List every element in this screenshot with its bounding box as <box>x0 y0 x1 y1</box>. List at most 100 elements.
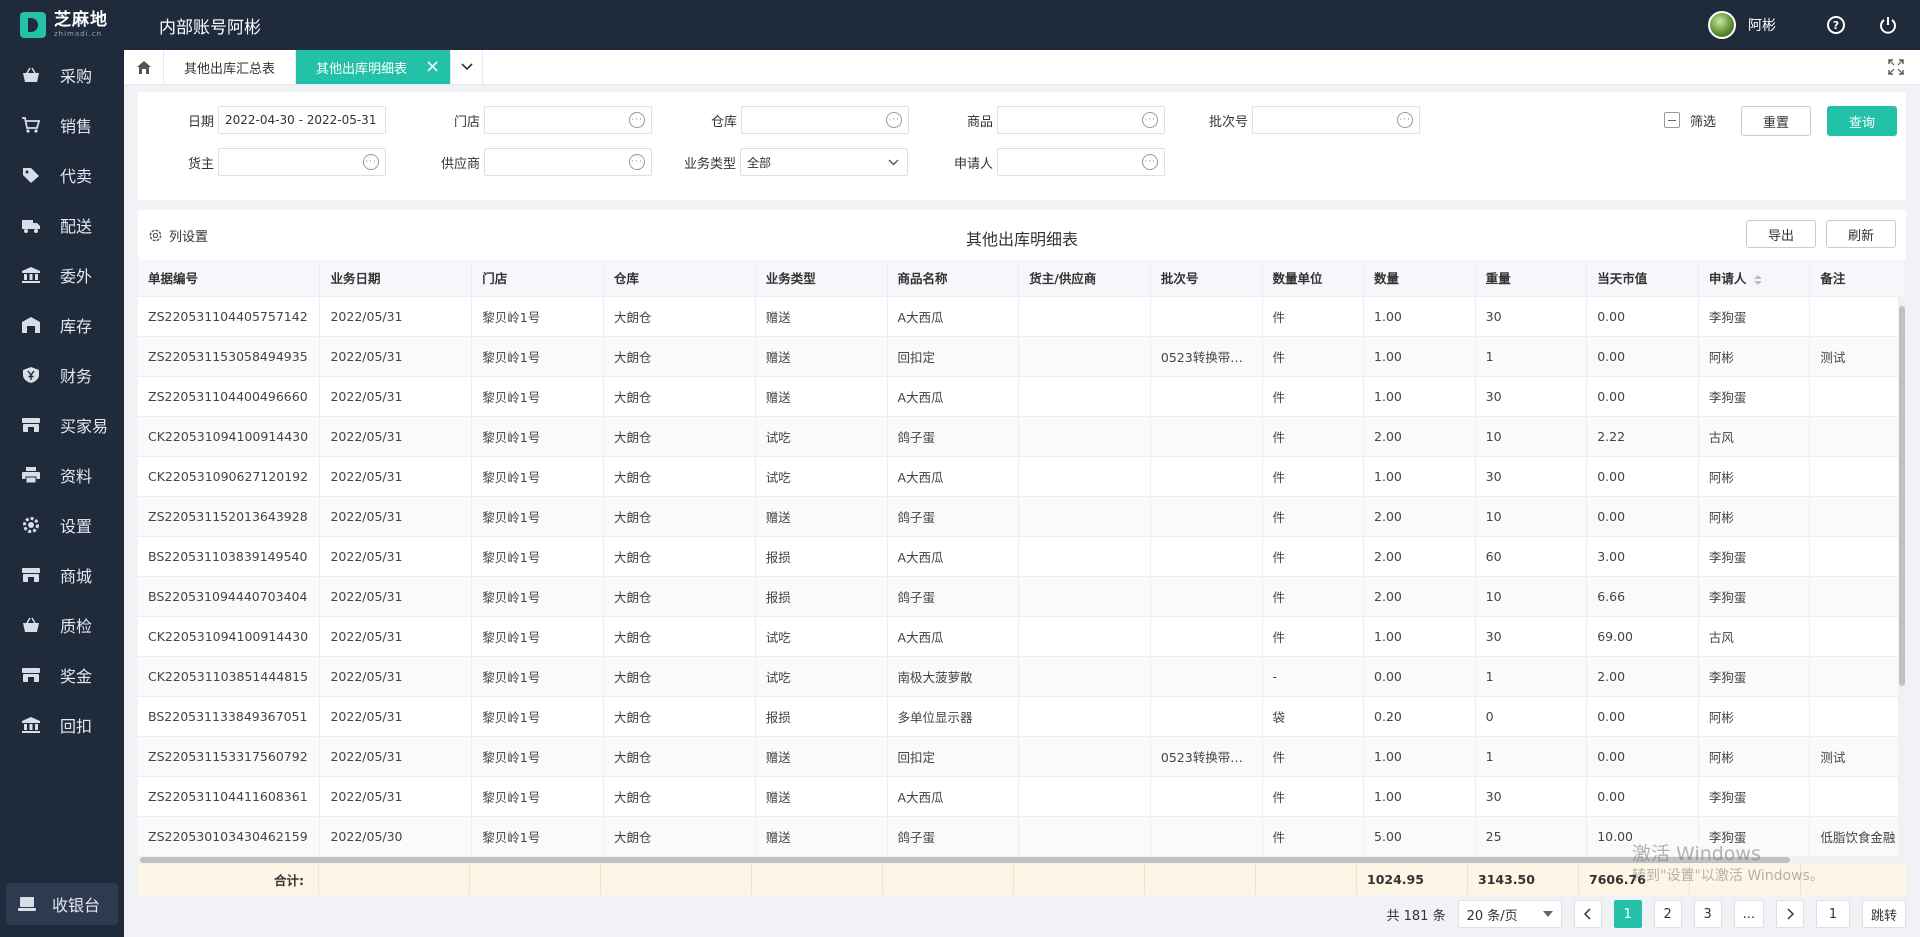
owner-input[interactable]: ··· <box>218 148 387 176</box>
table-cell: 赠送 <box>755 776 888 817</box>
sidebar-item-13[interactable]: 回扣 <box>0 700 124 750</box>
filter-label: 筛选 <box>1690 114 1717 130</box>
table-row[interactable]: BS220531103839149540 2022/05/31 黎贝岭1号 大朗仓 报损… <box>138 536 1906 577</box>
chevron-down-icon <box>461 63 473 71</box>
page-button-2[interactable]: 2 <box>1653 900 1682 928</box>
more-icon[interactable]: ··· <box>1142 112 1159 128</box>
table-row[interactable]: ZS220531152013643928 2022/05/31 黎贝岭1号 大朗仓 赠送… <box>138 496 1906 537</box>
more-icon[interactable]: ··· <box>886 112 903 128</box>
jump-page-input[interactable]: 1 <box>1815 900 1850 928</box>
horizontal-scrollbar[interactable] <box>138 856 1906 864</box>
column-header: 数量 <box>1363 260 1476 297</box>
filter-checkbox[interactable] <box>1664 112 1680 128</box>
page-button-3[interactable]: 3 <box>1693 900 1722 928</box>
column-header-label: 商品名称 <box>897 271 948 287</box>
applicant-input[interactable]: ··· <box>997 148 1166 176</box>
cart-icon <box>22 117 40 133</box>
table-cell: 2022/05/31 <box>319 656 473 697</box>
basket-icon <box>22 617 40 633</box>
table-row[interactable]: ZS220530103430462159 2022/05/30 黎贝岭1号 大朗仓 赠送… <box>138 816 1906 857</box>
sidebar-item-12[interactable]: 奖金 <box>0 650 124 700</box>
table-cell: 0 <box>1475 696 1588 737</box>
tab-more-button[interactable] <box>451 50 484 84</box>
table-row[interactable]: BS220531133849367051 2022/05/31 黎贝岭1号 大朗仓 报损… <box>138 696 1906 737</box>
table-row[interactable]: CK220531094100914430 2022/05/31 黎贝岭1号 大朗仓 试吃… <box>138 416 1906 457</box>
home-tab[interactable] <box>124 50 164 84</box>
page-size-select[interactable]: 20 条/页 <box>1457 900 1562 928</box>
help-button[interactable]: ? <box>1816 0 1856 50</box>
product-input[interactable]: ··· <box>997 106 1166 134</box>
table-cell: 件 <box>1262 536 1365 577</box>
table-row[interactable]: CK220531103851444815 2022/05/31 黎贝岭1号 大朗仓 试吃… <box>138 656 1906 697</box>
table-cell: 2022/05/31 <box>319 336 473 377</box>
jump-button[interactable]: 跳转 <box>1861 900 1906 928</box>
more-icon[interactable]: ··· <box>1142 154 1159 170</box>
sidebar-item-1[interactable]: 销售 <box>0 100 124 150</box>
power-icon <box>1880 17 1896 34</box>
more-icon[interactable]: ··· <box>363 154 380 170</box>
cashier-button[interactable]: 收银台 <box>6 883 118 925</box>
page-button-1[interactable]: 1 <box>1613 900 1642 928</box>
sidebar-item-7[interactable]: 买家易 <box>0 400 124 450</box>
next-page-button[interactable] <box>1775 900 1804 928</box>
table-row[interactable]: CK220531090627120192 2022/05/31 黎贝岭1号 大朗仓 试吃… <box>138 456 1906 497</box>
fullscreen-icon[interactable] <box>1888 59 1904 75</box>
prev-page-button[interactable] <box>1573 900 1602 928</box>
sidebar-item-3[interactable]: 配送 <box>0 200 124 250</box>
sidebar-item-2[interactable]: 代卖 <box>0 150 124 200</box>
sidebar-item-6[interactable]: 财务 <box>0 350 124 400</box>
more-icon[interactable]: ··· <box>1397 112 1414 128</box>
page-ellipsis[interactable]: ... <box>1733 900 1764 928</box>
more-icon[interactable]: ··· <box>629 154 646 170</box>
date-range-input[interactable]: 2022-04-30 - 2022-05-31 <box>218 106 387 134</box>
avatar[interactable] <box>1708 11 1736 39</box>
tab-other-outbound-detail[interactable]: 其他出库明细表 × <box>296 50 452 84</box>
supplier-input[interactable]: ··· <box>484 148 653 176</box>
sidebar-item-10[interactable]: 商城 <box>0 550 124 600</box>
sidebar-item-0[interactable]: 采购 <box>0 50 124 100</box>
table-cell: 测试 <box>1809 336 1906 377</box>
sidebar-item-8[interactable]: 资料 <box>0 450 124 500</box>
table-cell <box>1150 616 1263 657</box>
vertical-scrollbar[interactable] <box>1898 296 1906 856</box>
date-label: 日期 <box>188 114 215 130</box>
table-cell: 大朗仓 <box>603 736 756 777</box>
sidebar-item-label: 销售 <box>60 117 93 136</box>
logo[interactable]: 芝麻地 zhimadi.cn <box>0 0 124 50</box>
sidebar-item-5[interactable]: 库存 <box>0 300 124 350</box>
warehouse-input[interactable]: ··· <box>741 106 910 134</box>
table-row[interactable]: ZS220531153317560792 2022/05/31 黎贝岭1号 大朗仓 赠送… <box>138 736 1906 777</box>
sidebar-item-4[interactable]: 委外 <box>0 250 124 300</box>
table-cell: 大朗仓 <box>603 536 756 577</box>
table-cell: 阿彬 <box>1698 496 1811 537</box>
reset-button[interactable]: 重置 <box>1741 106 1811 136</box>
table-row[interactable]: ZS220531104405757142 2022/05/31 黎贝岭1号 大朗仓 赠送… <box>138 296 1906 337</box>
table-row[interactable]: CK220531094100914430 2022/05/31 黎贝岭1号 大朗仓 试吃… <box>138 616 1906 657</box>
store-input[interactable]: ··· <box>484 106 653 134</box>
sort-icon[interactable] <box>1754 274 1763 285</box>
column-header[interactable]: 申请人 <box>1698 260 1811 297</box>
table-row[interactable]: ZS220531153058494935 2022/05/31 黎贝岭1号 大朗仓 赠送… <box>138 336 1906 377</box>
tab-other-outbound-summary[interactable]: 其他出库汇总表 <box>164 50 297 84</box>
sidebar-item-11[interactable]: 质检 <box>0 600 124 650</box>
table-row[interactable]: BS220531094440703404 2022/05/31 黎贝岭1号 大朗仓 报损… <box>138 576 1906 617</box>
biz-type-select[interactable]: 全部 <box>740 148 909 176</box>
more-icon[interactable]: ··· <box>629 112 646 128</box>
column-settings-button[interactable]: 列设置 <box>148 226 208 245</box>
basket-icon <box>22 67 40 83</box>
close-icon[interactable]: × <box>425 58 440 76</box>
refresh-button[interactable]: 刷新 <box>1826 220 1896 248</box>
logout-button[interactable] <box>1868 0 1908 50</box>
table-cell: 李狗蛋 <box>1698 776 1811 817</box>
batch-input[interactable]: ··· <box>1252 106 1421 134</box>
table-cell <box>1018 736 1151 777</box>
column-header-label: 仓库 <box>613 271 639 287</box>
query-button[interactable]: 查询 <box>1827 106 1897 136</box>
sidebar-item-9[interactable]: 设置 <box>0 500 124 550</box>
table-row[interactable]: ZS220531104411608361 2022/05/31 黎贝岭1号 大朗仓 赠送… <box>138 776 1906 817</box>
table-row[interactable]: ZS220531104400496660 2022/05/31 黎贝岭1号 大朗仓 赠送… <box>138 376 1906 417</box>
filter-toggle[interactable]: 筛选 <box>1664 106 1716 134</box>
table-cell <box>1150 296 1263 337</box>
export-button[interactable]: 导出 <box>1746 220 1816 248</box>
username[interactable]: 阿彬 <box>1748 15 1776 35</box>
